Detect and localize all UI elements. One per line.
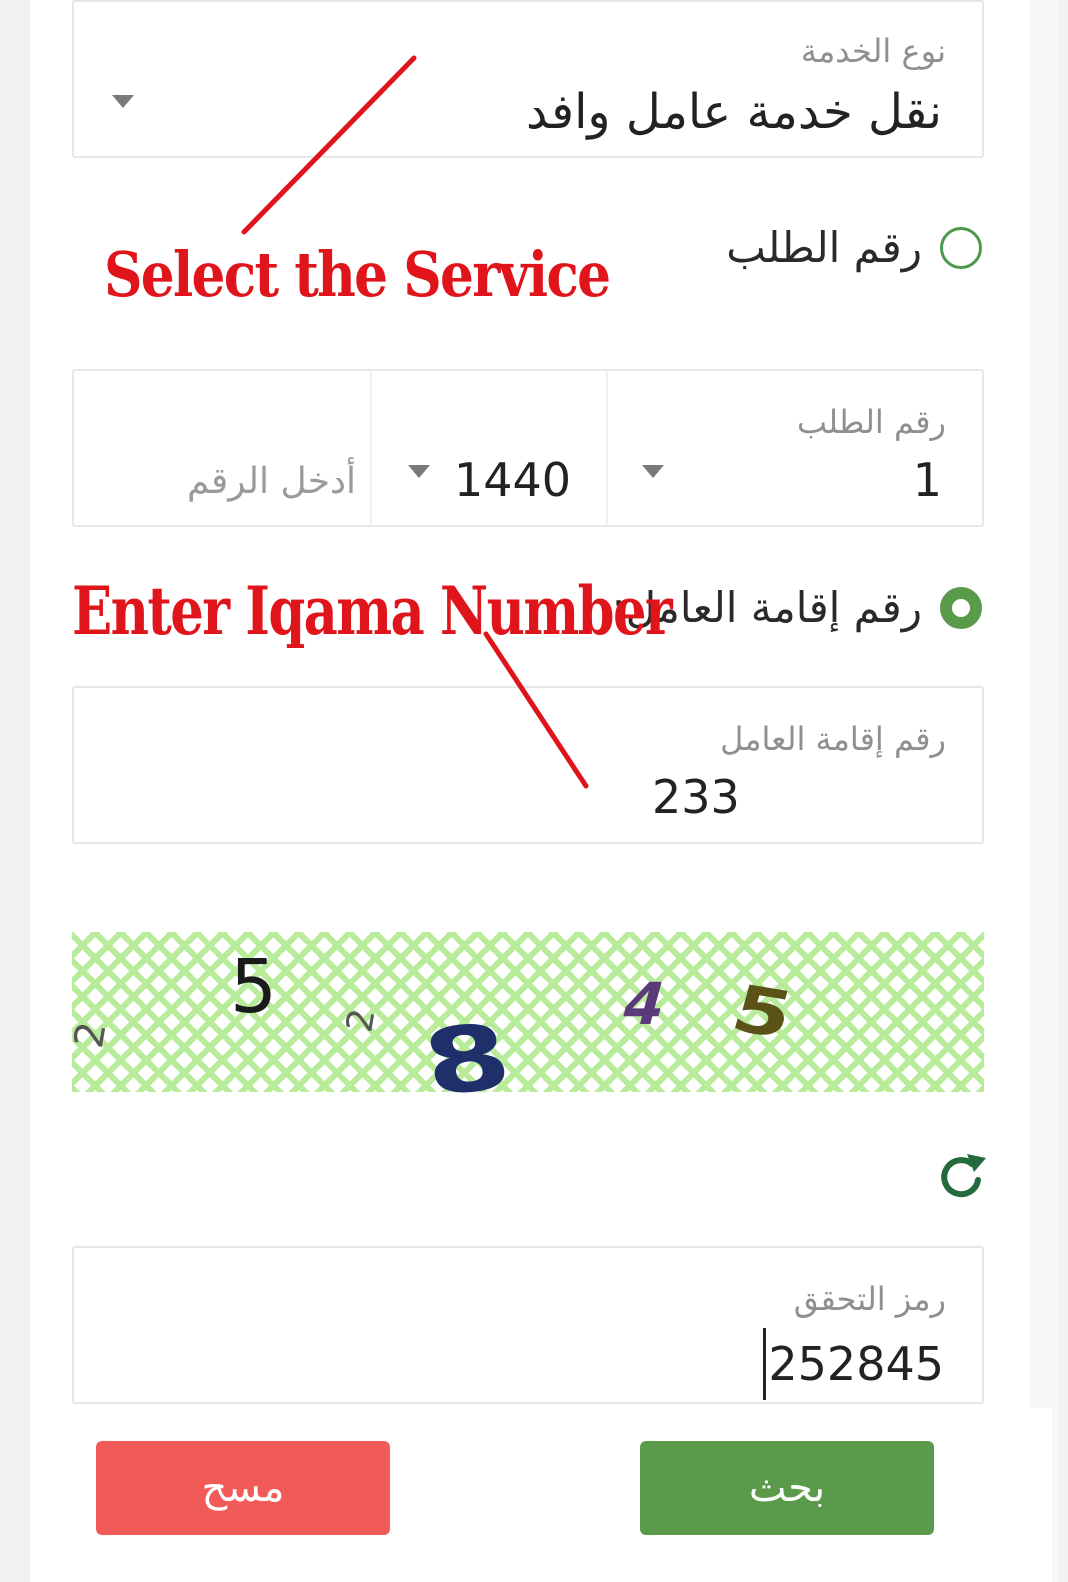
radio-request-number-label: رقم الطلب (726, 223, 922, 272)
verification-code-text: 252845 (768, 1337, 944, 1391)
annotation-enter-iqama: Enter Iqama Number (72, 572, 673, 650)
service-type-value: نقل خدمة عامل وافد (525, 84, 942, 140)
verification-code-value: 252845 (763, 1328, 944, 1400)
radio-request-number[interactable]: رقم الطلب (726, 223, 982, 272)
captcha-digit: 5 (723, 972, 801, 1054)
radio-checked-icon[interactable] (940, 586, 982, 629)
chevron-down-icon (112, 95, 134, 108)
verification-code-input[interactable]: رمز التحقق 252845 (72, 1246, 984, 1404)
divider (606, 371, 608, 525)
captcha-image: 2 5 2 8 4 5 (66, 932, 984, 1117)
captcha-digit: 2 (339, 1005, 384, 1036)
year-value: 1440 (454, 453, 572, 507)
radio-unchecked-icon[interactable] (940, 226, 982, 269)
request-number-select[interactable]: 1 (608, 371, 982, 525)
search-button[interactable]: بحث (640, 1441, 934, 1535)
iqama-label: رقم إقامة العامل (720, 720, 946, 758)
captcha-digit: 4 (614, 970, 674, 1038)
annotation-select-service: Select the Service (104, 238, 611, 311)
captcha-digit: 5 (230, 944, 278, 1030)
refresh-icon[interactable] (934, 1150, 990, 1206)
text-cursor (763, 1328, 767, 1400)
right-margin (1030, 0, 1058, 1582)
service-type-select[interactable]: نوع الخدمة نقل خدمة عامل وافد (72, 0, 984, 158)
divider (370, 371, 372, 525)
request-number-placeholder: أدخل الرقم (187, 461, 356, 502)
service-type-label: نوع الخدمة (800, 32, 946, 70)
clear-button[interactable]: مسح (96, 1441, 390, 1535)
chevron-down-icon (408, 465, 430, 478)
iqama-input[interactable]: رقم إقامة العامل 233 (72, 686, 984, 844)
captcha-digit: 2 (65, 1018, 116, 1052)
iqama-value: 233 (652, 770, 740, 824)
request-number-input[interactable]: أدخل الرقم (74, 371, 370, 525)
verification-code-label: رمز التحقق (793, 1280, 946, 1318)
year-select[interactable]: 1440 (372, 371, 606, 525)
chevron-down-icon (642, 465, 664, 478)
request-number-value: 1 (912, 453, 942, 507)
